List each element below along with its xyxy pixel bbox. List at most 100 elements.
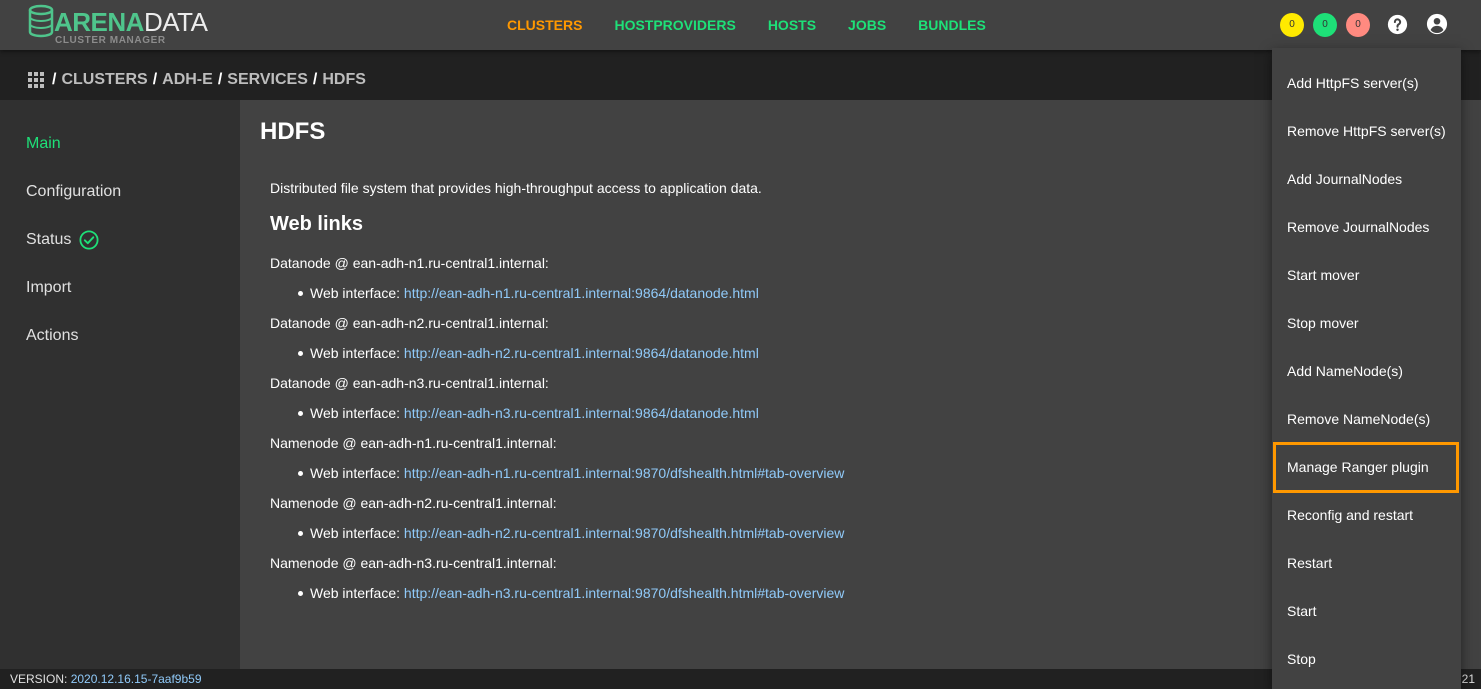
menu-item-restart[interactable]: Restart — [1272, 539, 1461, 587]
footer-right-text: 21 — [1461, 672, 1475, 686]
check-circle-icon — [79, 230, 99, 250]
bullet — [298, 411, 303, 416]
web-link[interactable]: http://ean-adh-n2.ru-central1.internal:9… — [404, 345, 759, 361]
service-description: Distributed file system that provides hi… — [270, 180, 762, 196]
running-jobs-counter[interactable]: 0 — [1280, 13, 1304, 37]
version-info: VERSION: 2020.12.16.15-7aaf9b59 — [10, 669, 202, 689]
breadcrumb-separator: / — [312, 71, 318, 88]
bullet — [298, 351, 303, 356]
breadcrumb-service-name[interactable]: HDFS — [322, 71, 366, 89]
sidebar-item-label: Import — [26, 279, 72, 296]
web-link[interactable]: http://ean-adh-n1.ru-central1.internal:9… — [404, 465, 844, 481]
breadcrumb-clusters[interactable]: CLUSTERS — [61, 71, 147, 89]
sidebar-item-label: Actions — [26, 327, 79, 344]
nav-clusters[interactable]: CLUSTERS — [507, 16, 582, 34]
web-link-group-title: Datanode @ ean-adh-n2.ru-central1.intern… — [270, 315, 549, 331]
logo-wordmark-bold: ARENA — [54, 7, 144, 37]
web-link-group: Namenode @ ean-adh-n2.ru-central1.intern… — [270, 495, 1170, 541]
web-link-row: Web interface: http://ean-adh-n3.ru-cent… — [270, 405, 1170, 421]
web-link-group: Namenode @ ean-adh-n3.ru-central1.intern… — [270, 555, 1170, 601]
apps-grid-icon[interactable] — [27, 71, 45, 89]
menu-item-add-journalnodes[interactable]: Add JournalNodes — [1272, 155, 1461, 203]
bullet — [298, 471, 303, 476]
web-link-row: Web interface: http://ean-adh-n1.ru-cent… — [270, 465, 1170, 481]
menu-item-remove-journalnodes[interactable]: Remove JournalNodes — [1272, 203, 1461, 251]
web-link[interactable]: http://ean-adh-n3.ru-central1.internal:9… — [404, 405, 759, 421]
actions-menu: Add HttpFS server(s) Remove HttpFS serve… — [1272, 48, 1461, 689]
footer: VERSION: 2020.12.16.15-7aaf9b59 21 — [0, 669, 1481, 689]
nav-hosts[interactable]: HOSTS — [768, 16, 816, 34]
web-link-group-title: Namenode @ ean-adh-n1.ru-central1.intern… — [270, 435, 557, 451]
breadcrumb-services[interactable]: SERVICES — [227, 71, 308, 89]
web-link-prefix: Web interface: — [310, 405, 401, 421]
web-links-list: Datanode @ ean-adh-n1.ru-central1.intern… — [270, 255, 1170, 615]
success-jobs-counter[interactable]: 0 — [1313, 13, 1337, 37]
web-link[interactable]: http://ean-adh-n1.ru-central1.internal:9… — [404, 285, 759, 301]
web-link-prefix: Web interface: — [310, 525, 401, 541]
web-link-prefix: Web interface: — [310, 345, 401, 361]
web-links-heading: Web links — [270, 213, 363, 235]
sidebar-item-label: Status — [26, 231, 72, 248]
menu-item-remove-httpfs[interactable]: Remove HttpFS server(s) — [1272, 107, 1461, 155]
web-link-row: Web interface: http://ean-adh-n3.ru-cent… — [270, 585, 1170, 601]
sidebar-item-status[interactable]: Status — [26, 228, 99, 252]
breadcrumb-bar: / CLUSTERS / ADH-E / SERVICES / HDFS — [0, 50, 1481, 100]
top-app-bar: ARENADATA CLUSTER MANAGER CLUSTERS HOSTP… — [0, 0, 1481, 50]
bullet — [298, 291, 303, 296]
sidebar-item-import[interactable]: Import — [26, 276, 71, 300]
version-label: VERSION: — [10, 672, 68, 686]
menu-item-stop[interactable]: Stop — [1272, 635, 1461, 683]
account-icon[interactable] — [1426, 13, 1448, 35]
web-link-group-title: Datanode @ ean-adh-n3.ru-central1.intern… — [270, 375, 549, 391]
breadcrumb-cluster-name[interactable]: ADH-E — [162, 71, 213, 89]
sidebar-item-actions[interactable]: Actions — [26, 324, 78, 348]
menu-item-manage-ranger-plugin[interactable]: Manage Ranger plugin — [1273, 442, 1459, 493]
breadcrumb-separator: / — [52, 71, 57, 88]
breadcrumb: / CLUSTERS / ADH-E / SERVICES / HDFS — [27, 70, 366, 90]
web-link-group: Datanode @ ean-adh-n1.ru-central1.intern… — [270, 255, 1170, 301]
logo-icon — [28, 4, 54, 38]
logo-wordmark: ARENADATA — [54, 7, 208, 37]
web-link-group: Namenode @ ean-adh-n1.ru-central1.intern… — [270, 435, 1170, 481]
arenadata-logo[interactable]: ARENADATA CLUSTER MANAGER — [28, 4, 208, 46]
breadcrumb-separator: / — [152, 71, 158, 88]
menu-item-add-namenode[interactable]: Add NameNode(s) — [1272, 347, 1461, 395]
web-link-group-title: Namenode @ ean-adh-n2.ru-central1.intern… — [270, 495, 557, 511]
web-link-row: Web interface: http://ean-adh-n2.ru-cent… — [270, 345, 1170, 361]
sidebar-item-label: Configuration — [26, 183, 122, 200]
page-title: HDFS — [260, 118, 326, 145]
menu-item-add-httpfs[interactable]: Add HttpFS server(s) — [1272, 59, 1461, 107]
failed-jobs-counter[interactable]: 0 — [1346, 13, 1370, 37]
web-link-row: Web interface: http://ean-adh-n2.ru-cent… — [270, 525, 1170, 541]
web-link-group: Datanode @ ean-adh-n2.ru-central1.intern… — [270, 315, 1170, 361]
web-link-group-title: Namenode @ ean-adh-n3.ru-central1.intern… — [270, 555, 557, 571]
nav-jobs[interactable]: JOBS — [848, 16, 886, 34]
sidebar-item-configuration[interactable]: Configuration — [26, 180, 121, 204]
web-link[interactable]: http://ean-adh-n3.ru-central1.internal:9… — [404, 585, 844, 601]
logo-subtitle: CLUSTER MANAGER — [55, 35, 166, 46]
web-link-prefix: Web interface: — [310, 285, 401, 301]
web-link-group: Datanode @ ean-adh-n3.ru-central1.intern… — [270, 375, 1170, 421]
web-link[interactable]: http://ean-adh-n2.ru-central1.internal:9… — [404, 525, 844, 541]
menu-item-stop-mover[interactable]: Stop mover — [1272, 299, 1461, 347]
menu-item-reconfig-restart[interactable]: Reconfig and restart — [1272, 491, 1461, 539]
bullet — [298, 591, 303, 596]
sidebar: Main Configuration Status Import Actions — [0, 100, 238, 669]
web-link-prefix: Web interface: — [310, 465, 401, 481]
web-link-group-title: Datanode @ ean-adh-n1.ru-central1.intern… — [270, 255, 549, 271]
main-nav: CLUSTERS HOSTPROVIDERS HOSTS JOBS BUNDLE… — [507, 16, 1018, 34]
menu-item-remove-namenode[interactable]: Remove NameNode(s) — [1272, 395, 1461, 443]
breadcrumb-separator: / — [217, 71, 223, 88]
sidebar-item-label: Main — [26, 135, 61, 152]
nav-hostproviders[interactable]: HOSTPROVIDERS — [614, 16, 735, 34]
menu-item-start[interactable]: Start — [1272, 587, 1461, 635]
web-link-prefix: Web interface: — [310, 585, 401, 601]
web-link-row: Web interface: http://ean-adh-n1.ru-cent… — [270, 285, 1170, 301]
logo-wordmark-thin: DATA — [143, 7, 208, 37]
sidebar-item-main[interactable]: Main — [26, 132, 61, 156]
version-value[interactable]: 2020.12.16.15-7aaf9b59 — [71, 672, 202, 686]
nav-bundles[interactable]: BUNDLES — [918, 16, 986, 34]
help-icon[interactable] — [1387, 14, 1408, 35]
bullet — [298, 531, 303, 536]
menu-item-start-mover[interactable]: Start mover — [1272, 251, 1461, 299]
